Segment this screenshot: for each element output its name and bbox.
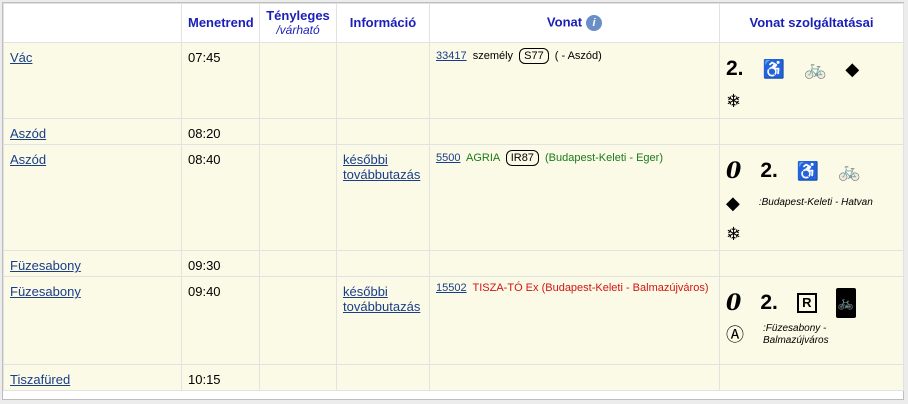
train-route: (Budapest-Keleti - Eger) [545, 152, 663, 164]
services-cell [719, 118, 904, 145]
time-cell: 09:30 [181, 250, 260, 277]
services-cell [719, 364, 904, 391]
info-icon[interactable]: i [586, 15, 603, 31]
train-cell: 5500 AGRIA IR87 (Budapest-Keleti - Eger) [429, 144, 720, 251]
actual-label: Tényleges [266, 8, 330, 23]
later-connection-link[interactable]: későbbi továbbutazás [343, 284, 420, 314]
time-cell: 09:40 [181, 276, 260, 365]
train-cell [429, 250, 720, 277]
train-kind: személy [472, 50, 514, 62]
zero-icon: 0 [726, 290, 742, 317]
info-cell [336, 118, 430, 145]
info-cell [336, 250, 430, 277]
station-cell: Füzesabony [3, 276, 182, 365]
station-link[interactable]: Aszód [10, 126, 46, 141]
services-cell: 2. ♿ 🚲 ◆ ❄ [719, 42, 904, 119]
table-row: Vác 07:45 33417 személy S77 ( - Aszód) 2… [3, 42, 904, 119]
services-cell: 0 2. ♿ 🚲 ◆ :Budapest-Keleti - Hatvan ❄ [719, 144, 904, 251]
station-link[interactable]: Aszód [10, 152, 46, 167]
station-cell: Aszód [3, 144, 182, 251]
station-link[interactable]: Füzesabony [10, 284, 81, 299]
table-row: Füzesabony 09:40 későbbi továbbutazás 15… [3, 276, 904, 365]
timetable-frame: Menetrend Tényleges/várható Információ V… [2, 2, 904, 400]
train-cell [429, 118, 720, 145]
info-cell [336, 364, 430, 391]
header-row: Menetrend Tényleges/várható Információ V… [3, 3, 904, 43]
time-cell: 07:45 [181, 42, 260, 119]
station-link[interactable]: Füzesabony [10, 258, 81, 273]
snowflake-icon: ❄ [726, 90, 742, 111]
table-row: Aszód 08:20 [3, 118, 904, 145]
info-cell [336, 42, 430, 119]
bicycle-box-icon: 🚲 [835, 288, 857, 319]
second-class-icon: 2. [760, 291, 778, 315]
services-cell: 0 2. R 🚲 Ⓐ :Füzesabony - Balmazújváros [719, 276, 904, 365]
time-cell: 08:40 [181, 144, 260, 251]
station-link[interactable]: Tiszafüred [10, 372, 70, 387]
zero-icon: 0 [726, 158, 742, 185]
later-connection-link[interactable]: későbbi továbbutazás [343, 152, 420, 182]
station-link[interactable]: Vác [10, 50, 32, 65]
station-cell: Tiszafüred [3, 364, 182, 391]
train-header-label: Vonat [546, 14, 583, 30]
train-route: ( - Aszód) [554, 50, 602, 62]
actual-cell [259, 250, 337, 277]
table-row: Füzesabony 09:30 [3, 250, 904, 277]
train-number-link[interactable]: 33417 [436, 50, 467, 62]
actual-cell [259, 118, 337, 145]
diamond-icon: ◆ [845, 59, 860, 80]
table-row: Tiszafüred 10:15 [3, 364, 904, 391]
bicycle-icon: 🚲 [838, 161, 861, 182]
time-cell: 10:15 [181, 364, 260, 391]
reservation-icon: R [796, 293, 817, 314]
train-number-link[interactable]: 5500 [436, 152, 460, 164]
actual-cell [259, 364, 337, 391]
train-cell [429, 364, 720, 391]
train-kind: TISZA-TÓ Ex [472, 282, 539, 294]
station-cell: Vác [3, 42, 182, 119]
info-cell: későbbi továbbutazás [336, 276, 430, 365]
train-route: (Budapest-Keleti - Balmazújváros) [541, 282, 709, 294]
bicycle-icon: 🚲 [803, 59, 827, 80]
wheelchair-icon: ♿ [796, 161, 820, 182]
train-header: Vonat i [429, 3, 720, 43]
train-kind: AGRIA [466, 152, 500, 164]
services-cell [719, 250, 904, 277]
actual-header: Tényleges/várható [259, 3, 337, 43]
train-cell: 15502 TISZA-TÓ Ex (Budapest-Keleti - Bal… [429, 276, 720, 365]
diamond-icon: ◆ [726, 192, 740, 213]
services-header: Vonat szolgáltatásai [719, 3, 904, 43]
actual-cell [259, 42, 337, 119]
snowflake-icon: ❄ [726, 223, 742, 244]
timetable: Menetrend Tényleges/várható Információ V… [3, 3, 904, 391]
station-header [3, 3, 182, 43]
second-class-icon: 2. [726, 57, 744, 81]
expected-label: /várható [276, 23, 320, 37]
train-number-link[interactable]: 15502 [436, 282, 467, 294]
info-header: Információ [336, 3, 430, 43]
service-note: :Füzesabony - Balmazújváros [763, 322, 829, 346]
actual-cell [259, 144, 337, 251]
station-cell: Füzesabony [3, 250, 182, 277]
a-circle-icon: Ⓐ [726, 324, 744, 345]
route-badge: S77 [519, 48, 549, 64]
route-badge: IR87 [505, 150, 539, 166]
train-cell: 33417 személy S77 ( - Aszód) [429, 42, 720, 119]
second-class-icon: 2. [760, 159, 778, 183]
service-note: :Budapest-Keleti - Hatvan [758, 196, 873, 208]
station-cell: Aszód [3, 118, 182, 145]
info-cell: későbbi továbbutazás [336, 144, 430, 251]
wheelchair-icon: ♿ [762, 59, 785, 80]
actual-cell [259, 276, 337, 365]
table-row: Aszód 08:40 későbbi továbbutazás 5500 AG… [3, 144, 904, 251]
menetrend-header: Menetrend [181, 3, 260, 43]
time-cell: 08:20 [181, 118, 260, 145]
